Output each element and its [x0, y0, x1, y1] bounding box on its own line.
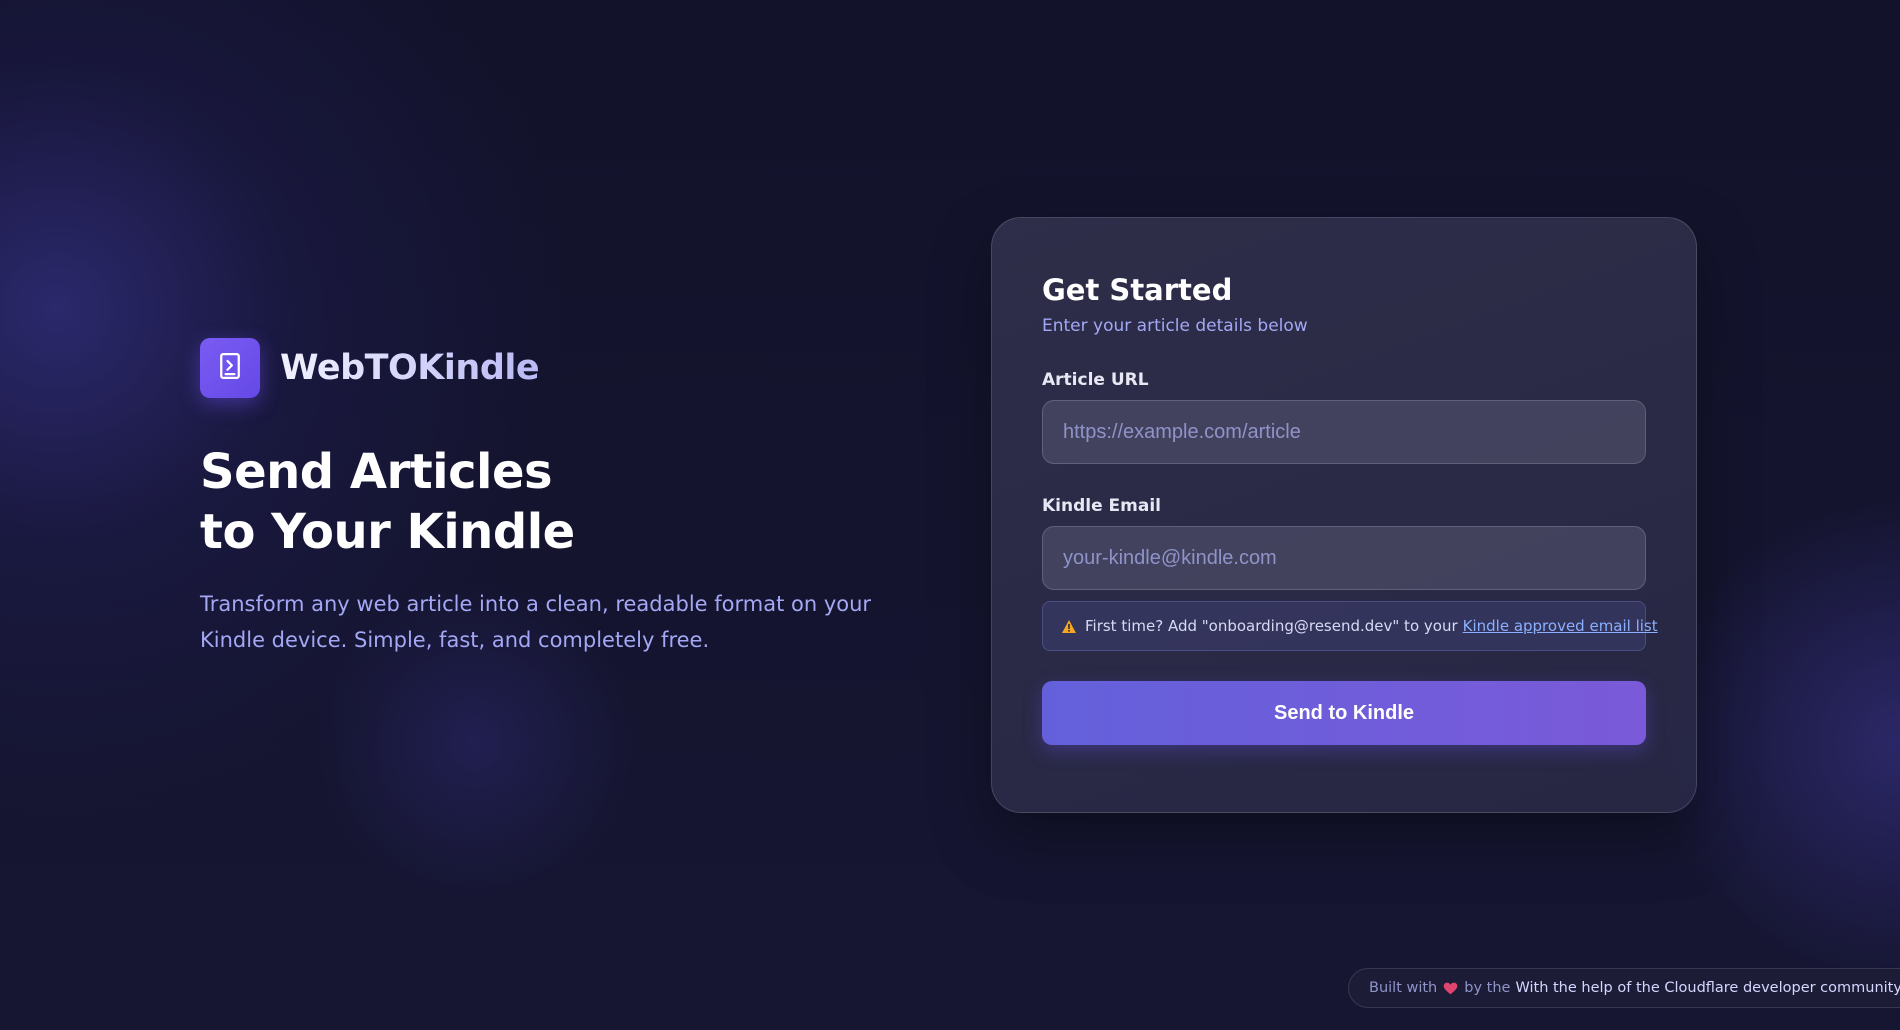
- brand: WebTOKindle: [200, 338, 920, 398]
- notice-text: First time? Add "onboarding@resend.dev" …: [1085, 617, 1458, 635]
- footer-middle: by the: [1464, 980, 1511, 996]
- tagline: Transform any web article into a clean, …: [200, 592, 872, 652]
- footer-credit-link[interactable]: With the help of the Cloudflare develope…: [1515, 980, 1900, 996]
- footer-prefix: Built with: [1369, 980, 1438, 996]
- logo-badge: [200, 338, 260, 398]
- headline: Send Articles to Your Kindle: [200, 442, 920, 562]
- footer-credit-pill: Built with by the With the help of the C…: [1348, 968, 1900, 1008]
- kindle-email-input[interactable]: [1042, 526, 1646, 590]
- headline-line-2: to Your Kindle: [200, 504, 575, 560]
- hero-section: WebTOKindle Send Articles to Your Kindle…: [200, 338, 920, 658]
- approved-sender-notice: First time? Add "onboarding@resend.dev" …: [1042, 601, 1658, 651]
- brand-name: WebTOKindle: [280, 348, 540, 388]
- get-started-card: Get Started Enter your article details b…: [991, 217, 1697, 813]
- headline-line-1: Send Articles: [200, 444, 553, 500]
- article-url-input[interactable]: [1042, 400, 1646, 464]
- kindle-send-icon: [215, 351, 245, 385]
- send-to-kindle-button[interactable]: Send to Kindle: [1042, 681, 1646, 745]
- kindle-email-label: Kindle Email: [1042, 496, 1161, 516]
- article-url-label: Article URL: [1042, 370, 1149, 390]
- heart-icon: [1443, 982, 1458, 995]
- card-subtitle: Enter your article details below: [1042, 316, 1308, 336]
- card-title: Get Started: [1042, 273, 1233, 307]
- warning-icon: [1061, 619, 1077, 634]
- kindle-approved-list-link[interactable]: Kindle approved email list: [1463, 617, 1658, 635]
